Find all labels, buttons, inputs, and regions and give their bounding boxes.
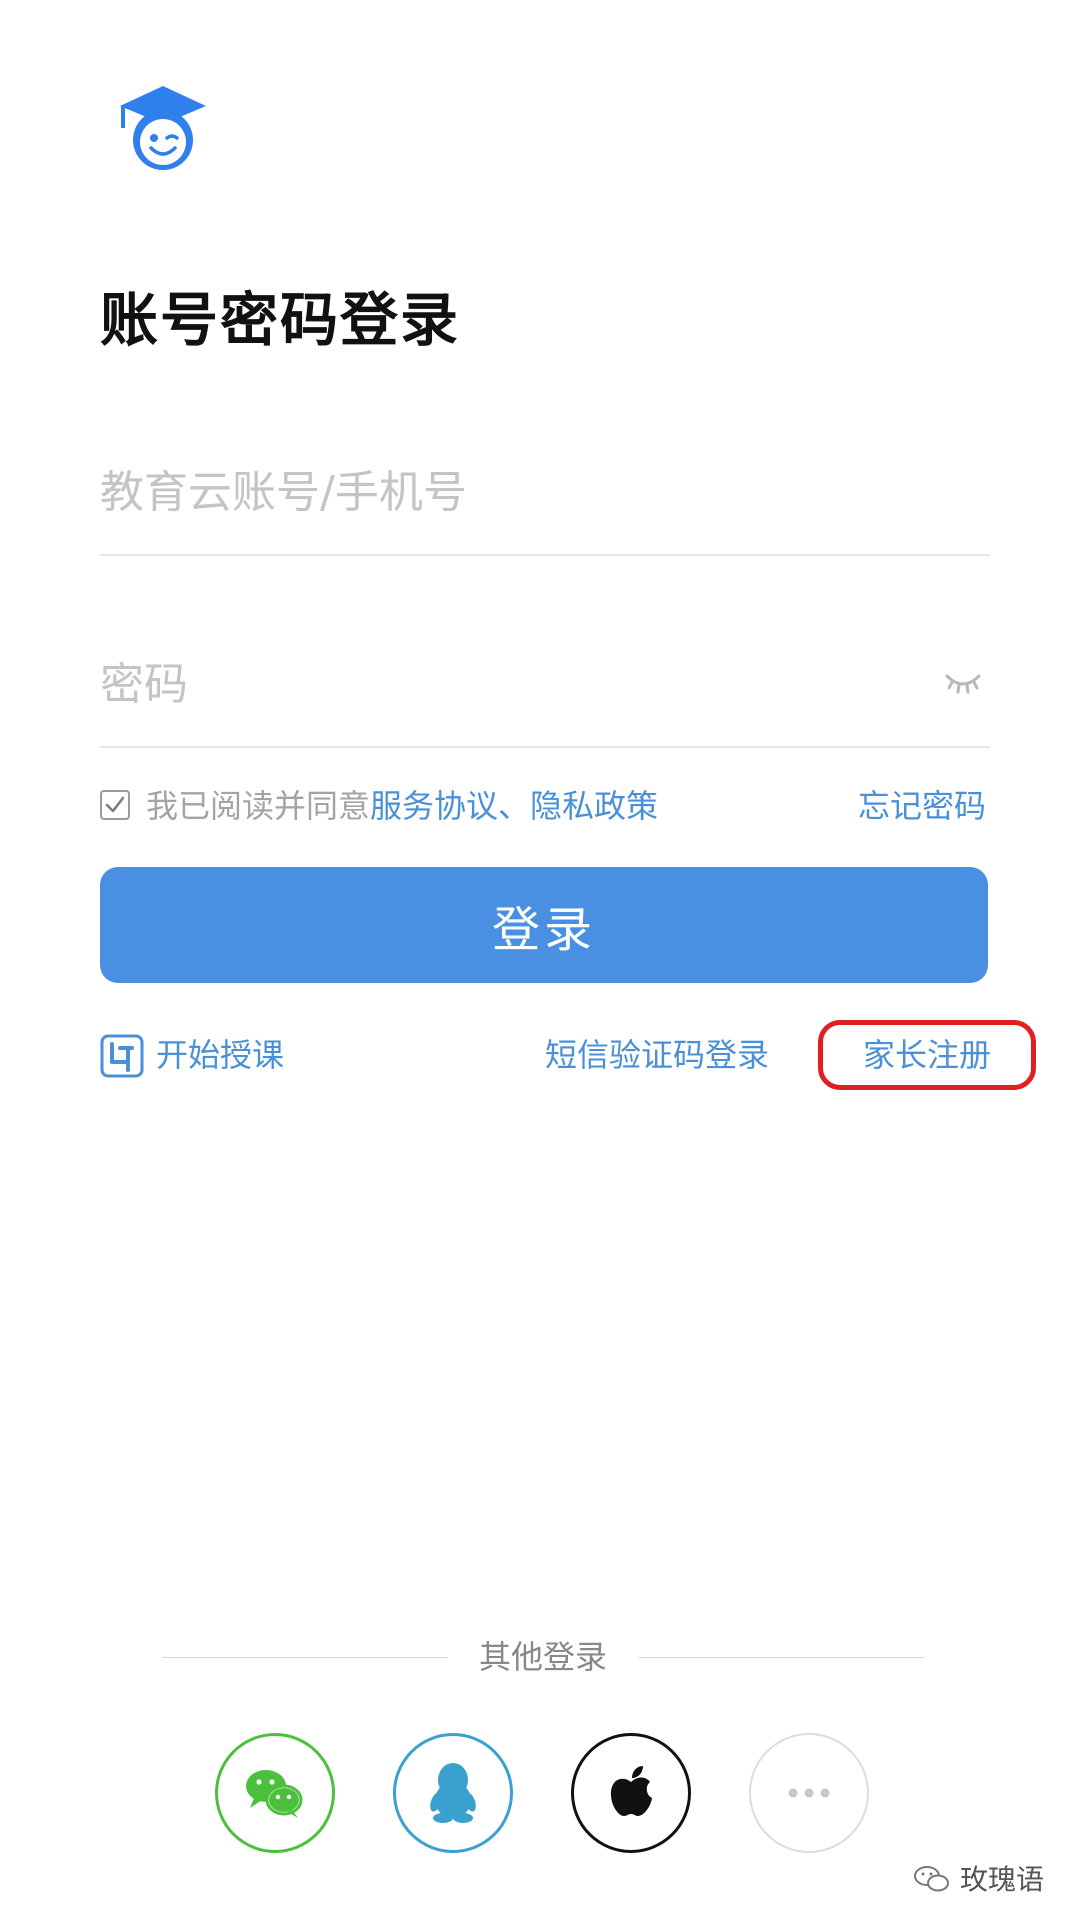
- account-field-container: [100, 458, 990, 556]
- start-teaching-link[interactable]: 开始授课: [100, 1020, 284, 1090]
- more-dots-icon: [788, 1788, 830, 1798]
- watermark-text: 玫瑰语: [959, 1863, 1044, 1896]
- graduation-cap-face-icon: [120, 86, 206, 170]
- password-field-container: [100, 650, 990, 748]
- divider-line-right: [639, 1657, 924, 1658]
- login-button[interactable]: 登录: [100, 867, 988, 983]
- parent-register-link[interactable]: 家长注册: [818, 1020, 1036, 1090]
- checkmark-icon: [105, 796, 125, 813]
- agreement-checkbox[interactable]: [100, 790, 130, 820]
- password-input[interactable]: [100, 650, 880, 720]
- privacy-policy-link[interactable]: 隐私政策: [530, 787, 658, 825]
- wechat-outline-icon: [913, 1866, 949, 1892]
- qq-login-button[interactable]: [393, 1733, 513, 1853]
- teaching-app-icon: [100, 1032, 144, 1078]
- password-visibility-toggle[interactable]: [944, 668, 982, 698]
- page-title: 账号密码登录: [100, 286, 461, 354]
- sms-login-link[interactable]: 短信验证码登录: [545, 1020, 769, 1090]
- other-login-divider: 其他登录: [162, 1632, 924, 1682]
- more-login-button[interactable]: [749, 1733, 869, 1853]
- service-agreement-link[interactable]: 服务协议: [370, 787, 498, 825]
- agreement-row: 我已阅读并同意服务协议、隐私政策 忘记密码: [100, 780, 986, 832]
- qq-icon: [430, 1763, 476, 1823]
- wechat-icon: [246, 1770, 303, 1818]
- app-logo: [118, 84, 208, 176]
- forgot-password-link[interactable]: 忘记密码: [858, 780, 986, 832]
- agreement-separator: 、: [498, 787, 531, 825]
- account-input[interactable]: [100, 458, 880, 528]
- apple-icon: [610, 1766, 652, 1816]
- start-teaching-label: 开始授课: [156, 1036, 285, 1074]
- agreement-text: 我已阅读并同意服务协议、隐私政策: [146, 780, 658, 832]
- wechat-login-button[interactable]: [215, 1733, 335, 1853]
- secondary-links: 开始授课 短信验证码登录 家长注册: [100, 1020, 1040, 1090]
- agreement-prefix: 我已阅读并同意: [146, 787, 371, 825]
- eye-closed-icon: [945, 674, 981, 694]
- apple-login-button[interactable]: [571, 1733, 691, 1853]
- watermark: 玫瑰语: [912, 1860, 1044, 1900]
